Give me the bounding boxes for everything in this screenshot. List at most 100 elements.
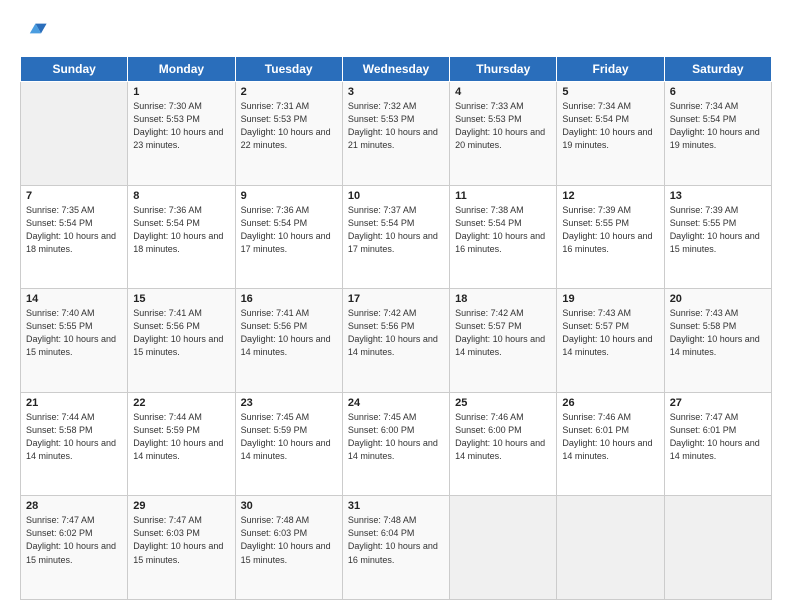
- day-number: 3: [348, 86, 444, 98]
- day-number: 11: [455, 190, 551, 202]
- day-number: 19: [562, 293, 658, 305]
- day-cell: 9 Sunrise: 7:36 AM Sunset: 5:54 PM Daylig…: [235, 185, 342, 289]
- day-cell: [450, 496, 557, 600]
- day-cell: 30 Sunrise: 7:48 AM Sunset: 6:03 PM Dayli…: [235, 496, 342, 600]
- day-number: 27: [670, 397, 766, 409]
- day-info: Sunrise: 7:32 AM Sunset: 5:53 PM Dayligh…: [348, 100, 444, 152]
- day-cell: 5 Sunrise: 7:34 AM Sunset: 5:54 PM Daylig…: [557, 82, 664, 186]
- day-cell: 16 Sunrise: 7:41 AM Sunset: 5:56 PM Dayli…: [235, 289, 342, 393]
- day-number: 12: [562, 190, 658, 202]
- day-cell: 19 Sunrise: 7:43 AM Sunset: 5:57 PM Dayli…: [557, 289, 664, 393]
- day-number: 16: [241, 293, 337, 305]
- day-cell: 14 Sunrise: 7:40 AM Sunset: 5:55 PM Dayli…: [21, 289, 128, 393]
- day-number: 1: [133, 86, 229, 98]
- day-info: Sunrise: 7:34 AM Sunset: 5:54 PM Dayligh…: [562, 100, 658, 152]
- day-info: Sunrise: 7:45 AM Sunset: 6:00 PM Dayligh…: [348, 411, 444, 463]
- day-cell: 12 Sunrise: 7:39 AM Sunset: 5:55 PM Dayli…: [557, 185, 664, 289]
- logo-icon: [20, 18, 48, 46]
- day-cell: 25 Sunrise: 7:46 AM Sunset: 6:00 PM Dayli…: [450, 392, 557, 496]
- day-info: Sunrise: 7:43 AM Sunset: 5:57 PM Dayligh…: [562, 307, 658, 359]
- day-number: 10: [348, 190, 444, 202]
- day-number: 14: [26, 293, 122, 305]
- week-row-2: 7 Sunrise: 7:35 AM Sunset: 5:54 PM Daylig…: [21, 185, 772, 289]
- header: [20, 18, 772, 46]
- day-number: 30: [241, 500, 337, 512]
- day-cell: [557, 496, 664, 600]
- day-cell: 3 Sunrise: 7:32 AM Sunset: 5:53 PM Daylig…: [342, 82, 449, 186]
- weekday-header-saturday: Saturday: [664, 57, 771, 82]
- day-info: Sunrise: 7:46 AM Sunset: 6:01 PM Dayligh…: [562, 411, 658, 463]
- day-info: Sunrise: 7:38 AM Sunset: 5:54 PM Dayligh…: [455, 204, 551, 256]
- day-info: Sunrise: 7:46 AM Sunset: 6:00 PM Dayligh…: [455, 411, 551, 463]
- day-cell: 4 Sunrise: 7:33 AM Sunset: 5:53 PM Daylig…: [450, 82, 557, 186]
- day-cell: 10Sunrise: 7:37 AM Sunset: 5:54 PM Dayli…: [342, 185, 449, 289]
- day-info: Sunrise: 7:48 AM Sunset: 6:03 PM Dayligh…: [241, 514, 337, 566]
- day-cell: 31 Sunrise: 7:48 AM Sunset: 6:04 PM Dayli…: [342, 496, 449, 600]
- day-cell: 27 Sunrise: 7:47 AM Sunset: 6:01 PM Dayli…: [664, 392, 771, 496]
- day-number: 6: [670, 86, 766, 98]
- day-info: Sunrise: 7:42 AM Sunset: 5:56 PM Dayligh…: [348, 307, 444, 359]
- day-cell: 13Sunrise: 7:39 AM Sunset: 5:55 PM Dayli…: [664, 185, 771, 289]
- day-cell: 11 Sunrise: 7:38 AM Sunset: 5:54 PM Dayli…: [450, 185, 557, 289]
- day-cell: 2Sunrise: 7:31 AM Sunset: 5:53 PM Daylig…: [235, 82, 342, 186]
- day-info: Sunrise: 7:40 AM Sunset: 5:55 PM Dayligh…: [26, 307, 122, 359]
- weekday-header-monday: Monday: [128, 57, 235, 82]
- day-number: 26: [562, 397, 658, 409]
- week-row-1: 1 Sunrise: 7:30 AM Sunset: 5:53 PM Daylig…: [21, 82, 772, 186]
- day-cell: 24 Sunrise: 7:45 AM Sunset: 6:00 PM Dayli…: [342, 392, 449, 496]
- day-cell: 17 Sunrise: 7:42 AM Sunset: 5:56 PM Dayli…: [342, 289, 449, 393]
- day-cell: 23 Sunrise: 7:45 AM Sunset: 5:59 PM Dayli…: [235, 392, 342, 496]
- day-info: Sunrise: 7:44 AM Sunset: 5:59 PM Dayligh…: [133, 411, 229, 463]
- day-number: 24: [348, 397, 444, 409]
- day-info: Sunrise: 7:45 AM Sunset: 5:59 PM Dayligh…: [241, 411, 337, 463]
- day-number: 9: [241, 190, 337, 202]
- day-number: 22: [133, 397, 229, 409]
- day-cell: [21, 82, 128, 186]
- day-info: Sunrise: 7:47 AM Sunset: 6:01 PM Dayligh…: [670, 411, 766, 463]
- day-info: Sunrise: 7:41 AM Sunset: 5:56 PM Dayligh…: [133, 307, 229, 359]
- day-cell: 18Sunrise: 7:42 AM Sunset: 5:57 PM Dayli…: [450, 289, 557, 393]
- day-info: Sunrise: 7:41 AM Sunset: 5:56 PM Dayligh…: [241, 307, 337, 359]
- day-info: Sunrise: 7:35 AM Sunset: 5:54 PM Dayligh…: [26, 204, 122, 256]
- day-number: 5: [562, 86, 658, 98]
- day-info: Sunrise: 7:31 AM Sunset: 5:53 PM Dayligh…: [241, 100, 337, 152]
- day-cell: [664, 496, 771, 600]
- day-cell: 22 Sunrise: 7:44 AM Sunset: 5:59 PM Dayli…: [128, 392, 235, 496]
- day-info: Sunrise: 7:48 AM Sunset: 6:04 PM Dayligh…: [348, 514, 444, 566]
- day-cell: 20Sunrise: 7:43 AM Sunset: 5:58 PM Dayli…: [664, 289, 771, 393]
- day-number: 21: [26, 397, 122, 409]
- day-info: Sunrise: 7:34 AM Sunset: 5:54 PM Dayligh…: [670, 100, 766, 152]
- weekday-header-row: SundayMondayTuesdayWednesdayThursdayFrid…: [21, 57, 772, 82]
- week-row-5: 28Sunrise: 7:47 AM Sunset: 6:02 PM Dayli…: [21, 496, 772, 600]
- day-info: Sunrise: 7:39 AM Sunset: 5:55 PM Dayligh…: [670, 204, 766, 256]
- weekday-header-sunday: Sunday: [21, 57, 128, 82]
- weekday-header-tuesday: Tuesday: [235, 57, 342, 82]
- day-number: 28: [26, 500, 122, 512]
- day-cell: 21 Sunrise: 7:44 AM Sunset: 5:58 PM Dayli…: [21, 392, 128, 496]
- day-number: 17: [348, 293, 444, 305]
- day-cell: 26 Sunrise: 7:46 AM Sunset: 6:01 PM Dayli…: [557, 392, 664, 496]
- calendar-table: SundayMondayTuesdayWednesdayThursdayFrid…: [20, 56, 772, 600]
- day-info: Sunrise: 7:47 AM Sunset: 6:03 PM Dayligh…: [133, 514, 229, 566]
- day-info: Sunrise: 7:33 AM Sunset: 5:53 PM Dayligh…: [455, 100, 551, 152]
- logo: [20, 18, 52, 46]
- day-cell: 15Sunrise: 7:41 AM Sunset: 5:56 PM Dayli…: [128, 289, 235, 393]
- day-info: Sunrise: 7:30 AM Sunset: 5:53 PM Dayligh…: [133, 100, 229, 152]
- day-number: 31: [348, 500, 444, 512]
- day-cell: 1 Sunrise: 7:30 AM Sunset: 5:53 PM Daylig…: [128, 82, 235, 186]
- day-number: 23: [241, 397, 337, 409]
- day-info: Sunrise: 7:36 AM Sunset: 5:54 PM Dayligh…: [241, 204, 337, 256]
- day-info: Sunrise: 7:39 AM Sunset: 5:55 PM Dayligh…: [562, 204, 658, 256]
- day-number: 7: [26, 190, 122, 202]
- day-cell: 7 Sunrise: 7:35 AM Sunset: 5:54 PM Daylig…: [21, 185, 128, 289]
- day-info: Sunrise: 7:44 AM Sunset: 5:58 PM Dayligh…: [26, 411, 122, 463]
- day-number: 4: [455, 86, 551, 98]
- weekday-header-thursday: Thursday: [450, 57, 557, 82]
- day-number: 25: [455, 397, 551, 409]
- day-cell: 8Sunrise: 7:36 AM Sunset: 5:54 PM Daylig…: [128, 185, 235, 289]
- day-cell: 6 Sunrise: 7:34 AM Sunset: 5:54 PM Daylig…: [664, 82, 771, 186]
- day-info: Sunrise: 7:43 AM Sunset: 5:58 PM Dayligh…: [670, 307, 766, 359]
- day-cell: 29Sunrise: 7:47 AM Sunset: 6:03 PM Dayli…: [128, 496, 235, 600]
- weekday-header-friday: Friday: [557, 57, 664, 82]
- day-info: Sunrise: 7:42 AM Sunset: 5:57 PM Dayligh…: [455, 307, 551, 359]
